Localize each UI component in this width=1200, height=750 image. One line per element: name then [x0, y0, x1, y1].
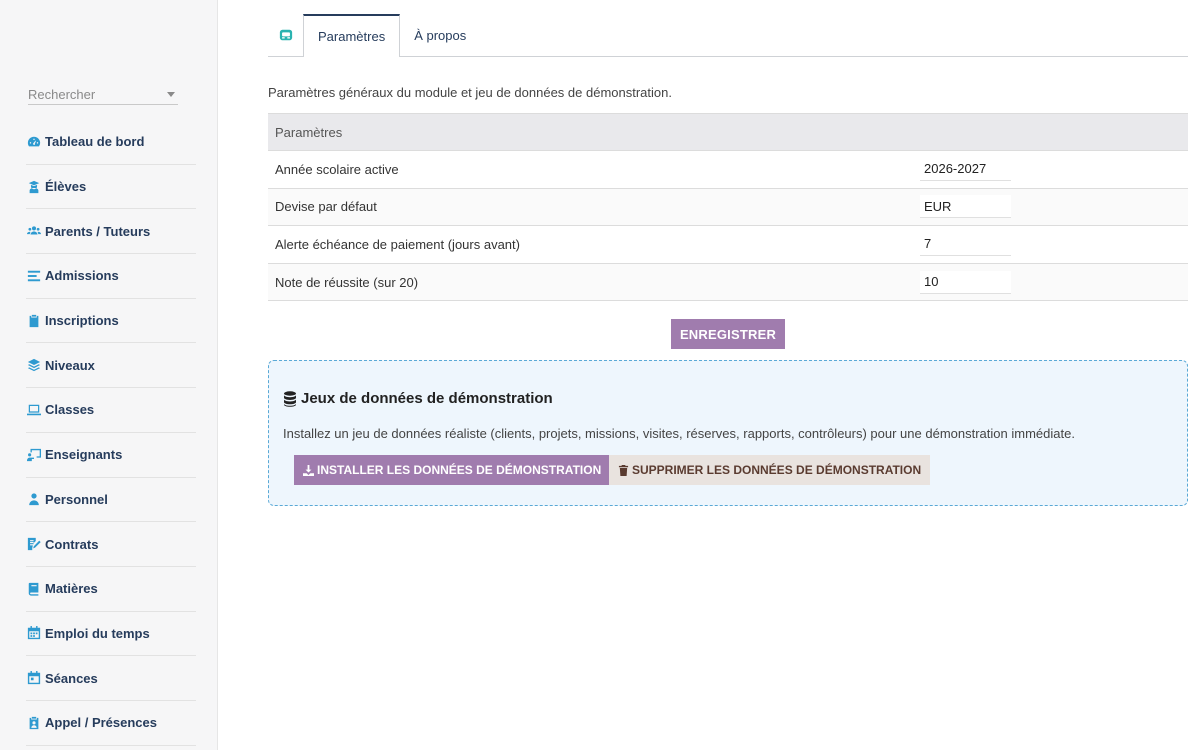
- setting-label: Devise par défaut: [275, 199, 377, 215]
- tab-a-propos[interactable]: À propos: [400, 14, 480, 56]
- sidebar-item-label: Admissions: [45, 268, 119, 284]
- sidebar-item-niveaux[interactable]: Niveaux: [26, 343, 196, 389]
- sidebar-item-seances[interactable]: Séances: [26, 656, 196, 701]
- sidebar-item-matieres[interactable]: Matières: [26, 567, 196, 612]
- sidebar-item-tableau-de-bord[interactable]: Tableau de bord: [26, 120, 196, 165]
- clipboard-check-icon: [26, 313, 41, 328]
- tab-bar: Paramètres À propos: [268, 14, 1188, 57]
- list-icon: [26, 268, 41, 283]
- tab-parametres[interactable]: Paramètres: [303, 14, 401, 57]
- search-placeholder: Rechercher: [28, 87, 96, 102]
- table-row: Année scolaire active: [268, 151, 1188, 189]
- setting-label: Année scolaire active: [275, 161, 399, 177]
- dashboard-icon: [26, 134, 41, 149]
- chevron-down-icon: [167, 92, 175, 97]
- database-icon: [284, 390, 296, 407]
- sidebar: Rechercher Tableau de bord Élèves Parent…: [0, 0, 218, 750]
- sidebar-item-contrats[interactable]: Contrats: [26, 522, 196, 567]
- sidebar-item-enseignants[interactable]: Enseignants: [26, 433, 196, 478]
- page-description: Paramètres généraux du module et jeu de …: [268, 85, 672, 100]
- sidebar-item-classes[interactable]: Classes: [26, 388, 196, 433]
- book-icon: [26, 581, 41, 596]
- sidebar-item-label: Tableau de bord: [45, 134, 145, 150]
- clipboard-user-icon: [26, 715, 41, 730]
- sidebar-item-label: Personnel: [45, 491, 108, 507]
- delete-demo-label: SUPPRIMER LES DONNÉES DE DÉMONSTRATION: [632, 463, 922, 477]
- sidebar-menu: Tableau de bord Élèves Parents / Tuteurs…: [26, 120, 196, 746]
- users-icon: [26, 224, 41, 239]
- install-demo-button[interactable]: INSTALLER LES DONNÉES DE DÉMONSTRATION: [294, 455, 611, 485]
- layers-icon: [26, 358, 41, 373]
- demo-title-text: Jeux de données de démonstration: [301, 390, 553, 407]
- laptop-icon: [26, 402, 41, 417]
- calendar-icon: [26, 626, 41, 641]
- currency-input[interactable]: [920, 195, 1011, 219]
- module-logo-icon[interactable]: [268, 14, 303, 56]
- sidebar-item-admissions[interactable]: Admissions: [26, 254, 196, 299]
- contract-icon: [26, 537, 41, 552]
- demo-title: Jeux de données de démonstration: [283, 390, 553, 407]
- demo-description: Installez un jeu de données réaliste (cl…: [283, 426, 1075, 441]
- table-row: Note de réussite (sur 20): [268, 263, 1188, 302]
- sidebar-item-label: Emploi du temps: [45, 625, 150, 641]
- sidebar-item-eleves[interactable]: Élèves: [26, 165, 196, 210]
- sidebar-item-parents-tuteurs[interactable]: Parents / Tuteurs: [26, 209, 196, 255]
- save-button-wrap: ENREGISTRER: [268, 319, 1188, 349]
- sidebar-item-label: Classes: [45, 402, 95, 418]
- payment-alert-days-input[interactable]: [920, 232, 1011, 256]
- sidebar-item-label: Séances: [45, 670, 98, 686]
- setting-label: Alerte échéance de paiement (jours avant…: [275, 236, 520, 252]
- save-button[interactable]: ENREGISTRER: [671, 319, 785, 349]
- sidebar-item-label: Niveaux: [45, 357, 95, 373]
- sidebar-item-label: Contrats: [45, 536, 99, 552]
- student-icon: [26, 179, 41, 194]
- search-select[interactable]: Rechercher: [28, 85, 178, 105]
- settings-table-header: Paramètres: [268, 114, 1188, 151]
- sidebar-item-emploi-du-temps[interactable]: Emploi du temps: [26, 612, 196, 657]
- install-demo-label: INSTALLER LES DONNÉES DE DÉMONSTRATION: [317, 463, 602, 477]
- setting-label: Note de réussite (sur 20): [275, 274, 419, 290]
- chalkboard-teacher-icon: [26, 447, 41, 462]
- table-row: Alerte échéance de paiement (jours avant…: [268, 226, 1188, 264]
- sidebar-item-label: Enseignants: [45, 447, 123, 463]
- sidebar-item-label: Élèves: [45, 179, 87, 195]
- table-row: Devise par défaut: [268, 188, 1188, 227]
- sidebar-item-personnel[interactable]: Personnel: [26, 478, 196, 523]
- calendar-day-icon: [26, 671, 41, 686]
- settings-table: Paramètres Année scolaire active Devise …: [268, 113, 1188, 302]
- delete-demo-button[interactable]: SUPPRIMER LES DONNÉES DE DÉMONSTRATION: [609, 455, 931, 485]
- passing-grade-input[interactable]: [920, 270, 1011, 294]
- trash-icon: [618, 464, 629, 476]
- sidebar-item-label: Parents / Tuteurs: [45, 223, 151, 239]
- sidebar-item-appel-presences[interactable]: Appel / Présences: [26, 701, 196, 746]
- sidebar-item-label: Matières: [45, 581, 98, 597]
- sidebar-item-inscriptions[interactable]: Inscriptions: [26, 299, 196, 344]
- download-icon: [303, 464, 314, 476]
- school-year-input[interactable]: [920, 157, 1011, 181]
- demo-data-panel: Jeux de données de démonstration Install…: [268, 360, 1188, 506]
- sidebar-item-label: Appel / Présences: [45, 715, 157, 731]
- person-icon: [26, 492, 41, 507]
- sidebar-item-label: Inscriptions: [45, 313, 119, 329]
